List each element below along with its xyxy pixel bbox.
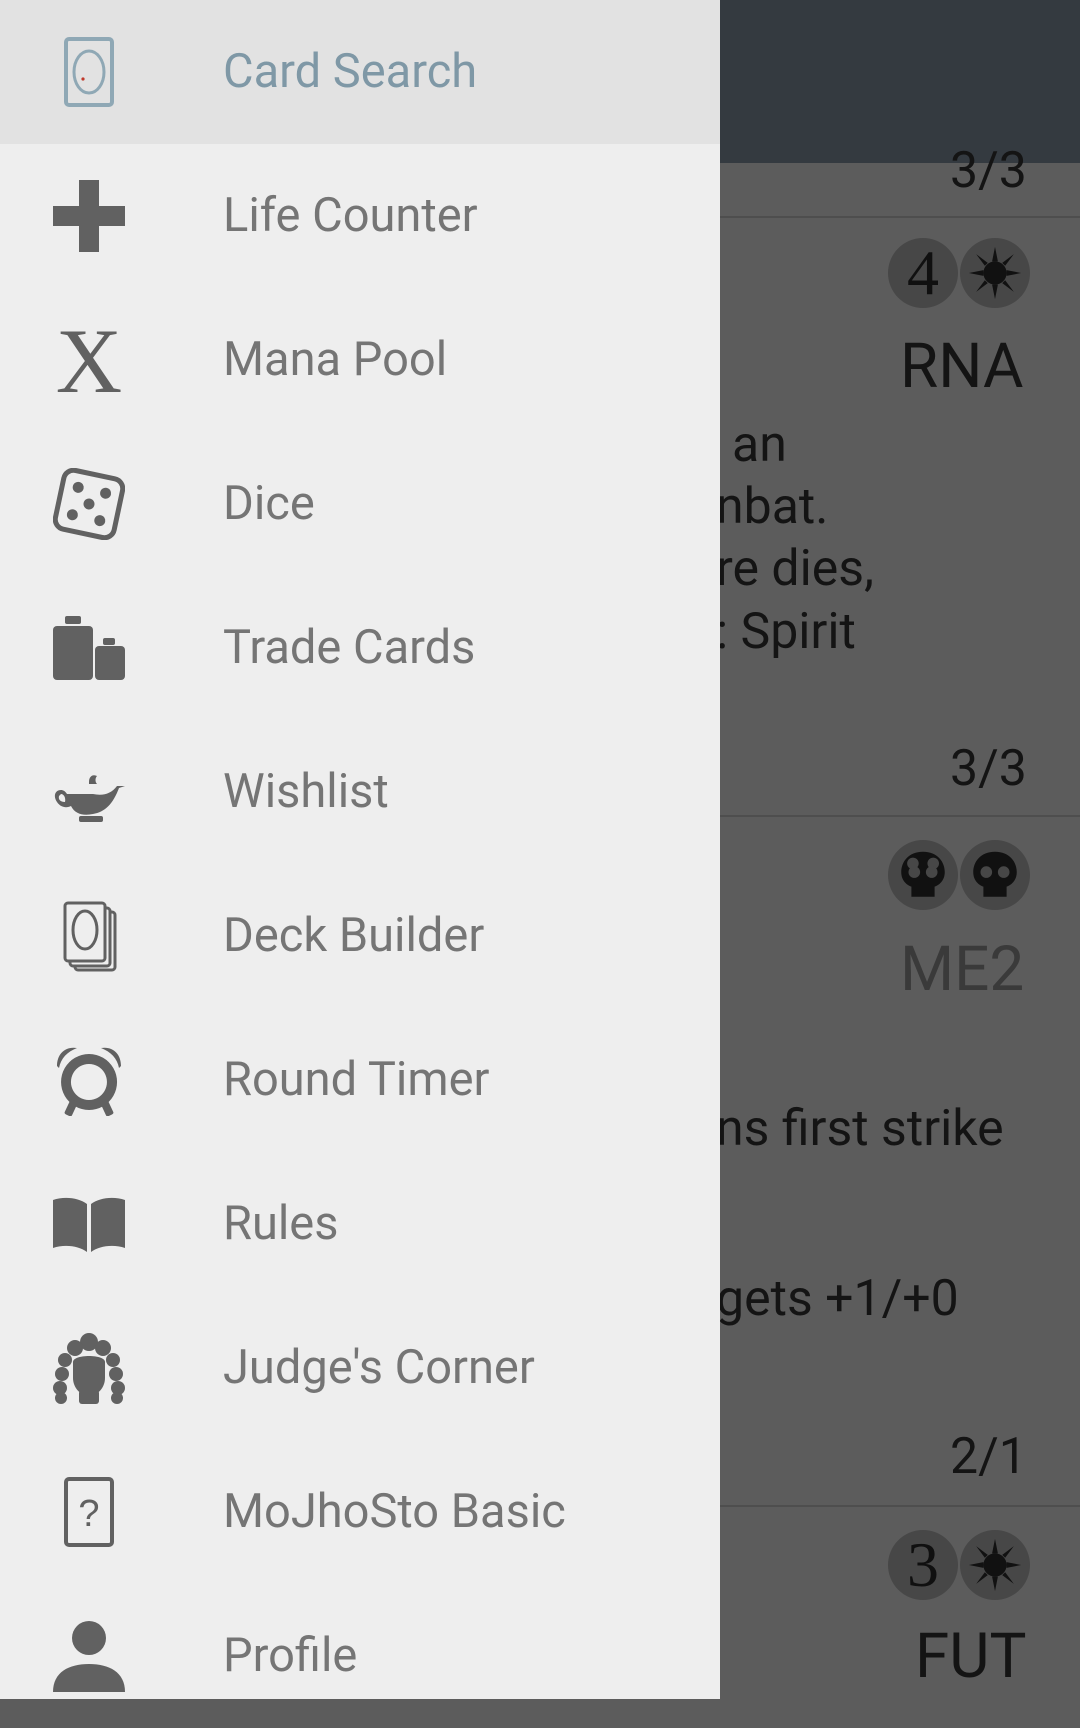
genie-lamp-icon	[53, 756, 125, 828]
drawer-item-trade-cards[interactable]: Trade Cards	[0, 576, 720, 720]
card-rules-text: an	[732, 416, 787, 474]
drawer-item-label: Wishlist	[223, 764, 389, 819]
card-power-toughness: 3/3	[950, 142, 1027, 200]
alarm-clock-icon	[53, 1044, 125, 1116]
drawer-item-profile[interactable]: Profile	[0, 1584, 720, 1728]
drawer-item-mojhosto-basic[interactable]: ? MoJhoSto Basic	[0, 1440, 720, 1584]
card-rules-text: re dies,	[716, 540, 874, 598]
mana-white-sun-icon	[960, 1530, 1030, 1600]
navigation-drawer: Card Search Life Counter X Mana Pool Dic…	[0, 0, 720, 1699]
drawer-item-card-search[interactable]: Card Search	[0, 0, 720, 144]
drawer-item-label: Deck Builder	[223, 908, 485, 963]
drawer-item-wishlist[interactable]: Wishlist	[0, 720, 720, 864]
card-rules-text: : Spirit	[716, 603, 856, 661]
drawer-item-deck-builder[interactable]: Deck Builder	[0, 864, 720, 1008]
mana-white-sun-icon	[960, 238, 1030, 308]
drawer-item-rules[interactable]: Rules	[0, 1152, 720, 1296]
mana-black-skull-icon	[960, 840, 1030, 910]
plus-icon	[53, 180, 125, 252]
drawer-item-judges-corner[interactable]: Judge's Corner	[0, 1296, 720, 1440]
svg-text:?: ?	[78, 1493, 99, 1535]
book-icon	[53, 1188, 125, 1260]
card-rules-text: gets +1/+0	[716, 1270, 959, 1328]
person-icon	[53, 1620, 125, 1692]
judge-wig-icon	[53, 1332, 125, 1404]
card-stack-icon	[53, 900, 125, 972]
mana-cost-generic: 3	[888, 1530, 958, 1600]
drawer-item-life-counter[interactable]: Life Counter	[0, 144, 720, 288]
card-set-code: FUT	[915, 1620, 1027, 1693]
drawer-item-mana-pool[interactable]: X Mana Pool	[0, 288, 720, 432]
drawer-item-label: Card Search	[223, 44, 478, 99]
drawer-item-label: Dice	[223, 476, 315, 531]
drawer-item-label: Rules	[223, 1196, 339, 1251]
mana-cost-generic: 4	[888, 238, 958, 308]
drawer-item-round-timer[interactable]: Round Timer	[0, 1008, 720, 1152]
weights-icon	[53, 612, 125, 684]
x-icon: X	[53, 324, 125, 396]
svg-text:X: X	[56, 324, 122, 396]
drawer-item-label: MoJhoSto Basic	[223, 1484, 566, 1539]
dice-icon	[53, 468, 125, 540]
drawer-item-label: Round Timer	[223, 1052, 490, 1107]
card-power-toughness: 2/1	[950, 1428, 1027, 1486]
drawer-item-label: Profile	[223, 1628, 358, 1683]
drawer-item-label: Trade Cards	[223, 620, 476, 675]
drawer-item-label: Mana Pool	[223, 332, 448, 387]
question-card-icon: ?	[53, 1476, 125, 1548]
card-rules-text: ns first strike	[716, 1100, 1004, 1158]
drawer-item-dice[interactable]: Dice	[0, 432, 720, 576]
card-power-toughness: 3/3	[950, 740, 1027, 798]
card-set-code: RNA	[900, 330, 1024, 403]
mana-black-skull-icon	[888, 840, 958, 910]
card-rules-text: nbat.	[716, 478, 829, 536]
card-search-icon	[53, 36, 125, 108]
drawer-item-label: Life Counter	[223, 188, 478, 243]
card-set-code: ME2	[900, 933, 1025, 1006]
drawer-item-label: Judge's Corner	[223, 1340, 535, 1395]
